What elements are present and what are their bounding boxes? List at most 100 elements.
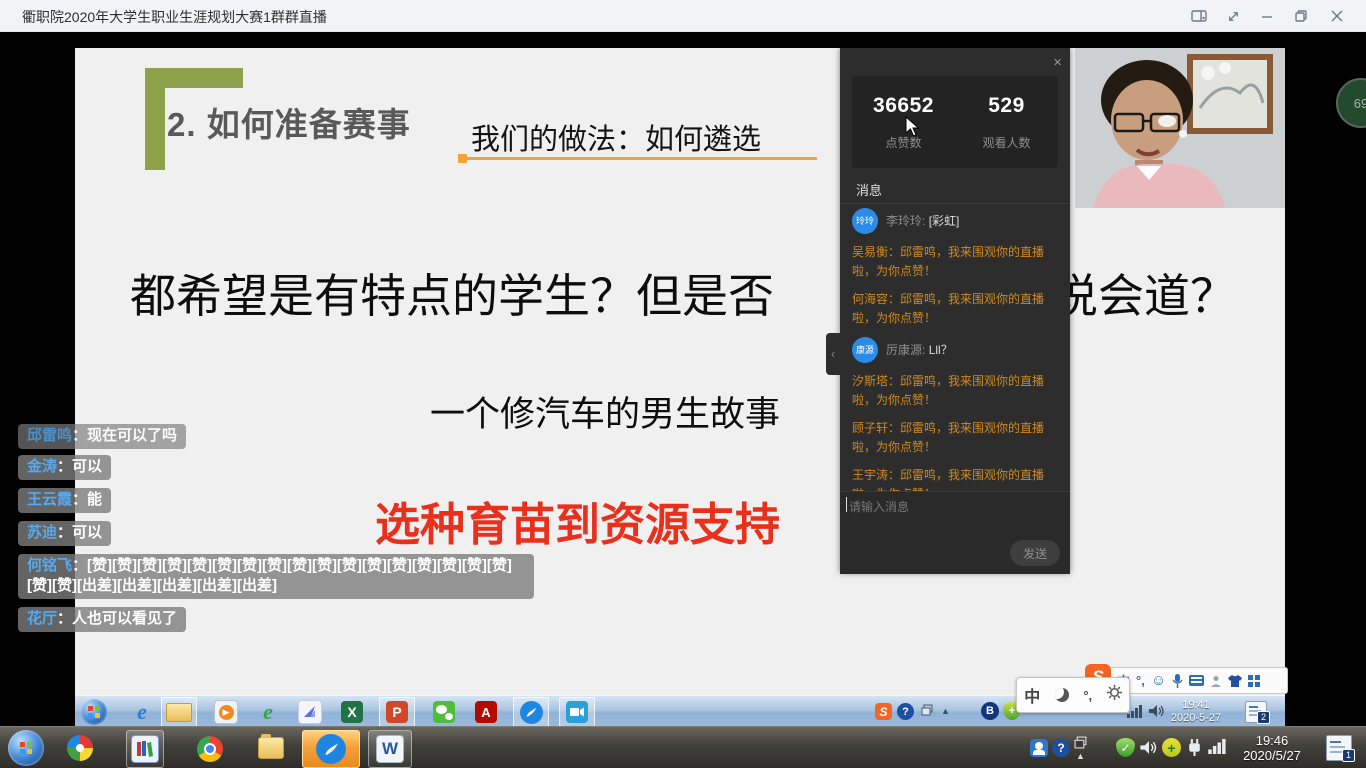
outer-clock-time: 19:46: [1238, 733, 1306, 748]
volume-icon[interactable]: [1149, 704, 1165, 718]
explorer-taskbar-button[interactable]: [161, 697, 197, 727]
overlay-message-name: 金涛: [27, 458, 57, 475]
chat-message-name: 李玲玲:: [886, 214, 925, 228]
user-icon[interactable]: [1210, 675, 1222, 687]
chat-notice: 顾子轩：邱雷鸣，我来围观你的直播啦，为你点赞！: [852, 419, 1062, 457]
folder-icon[interactable]: [258, 735, 284, 761]
meeting-app-taskbar-button[interactable]: [513, 697, 549, 727]
start-button-outer[interactable]: [8, 730, 44, 766]
overlay-message-text: 能: [87, 491, 102, 508]
volume-icon[interactable]: [1140, 740, 1158, 755]
outer-clock[interactable]: 19:46 2020/5/27: [1238, 733, 1306, 763]
inner-notification-icon[interactable]: 2: [1245, 701, 1267, 723]
settings-gear-icon[interactable]: [1107, 685, 1122, 705]
overlay-message-text: 可以: [72, 524, 102, 541]
inner-clock-time: 19:41: [1167, 699, 1225, 712]
dictionary-taskbar-button[interactable]: [126, 730, 164, 768]
ime-mode-chinese[interactable]: 中: [1024, 683, 1040, 707]
outer-clock-date: 2020/5/27: [1238, 748, 1306, 763]
chat-notice: 吴易衡：邱雷鸣，我来围观你的直播啦，为你点赞！: [852, 243, 1062, 281]
panel-close-icon[interactable]: ×: [1053, 54, 1062, 71]
media-player-icon[interactable]: ▶: [213, 699, 239, 725]
outer-notification-icon[interactable]: 1: [1326, 735, 1352, 761]
messages-list[interactable]: 玲玲 李玲玲: [彩虹] 吴易衡：邱雷鸣，我来围观你的直播啦，为你点赞！ 何海容…: [852, 208, 1062, 491]
close-icon[interactable]: [1326, 6, 1348, 26]
more-grid-icon[interactable]: [1248, 675, 1260, 687]
restore-window-tray-icon[interactable]: [1074, 736, 1087, 749]
floating-counter-badge[interactable]: 69: [1336, 78, 1366, 128]
slide-story-line: 一个修汽车的男生故事: [430, 386, 780, 437]
viewers-label: 观看人数: [955, 134, 1058, 151]
wechat-icon[interactable]: [431, 699, 457, 725]
overlay-message: 邱雷鸣：现在可以了吗: [18, 424, 186, 449]
start-button-inner[interactable]: [81, 699, 107, 725]
live-video-taskbar-button[interactable]: [559, 697, 595, 727]
emoji-icon[interactable]: ☺: [1151, 672, 1166, 689]
fullscreen-expand-icon[interactable]: [1222, 6, 1244, 26]
word-icon: W: [376, 735, 404, 763]
powerpoint-taskbar-button[interactable]: P: [379, 697, 415, 727]
help-tray-icon[interactable]: ?: [1052, 739, 1070, 757]
likes-count: 36652: [852, 94, 955, 118]
network-signal-icon[interactable]: [1208, 739, 1227, 754]
chat-message-text: [彩虹]: [929, 214, 960, 228]
green-browser-icon[interactable]: e: [255, 699, 281, 725]
window-titlebar: 衢职院2020年大学生职业生涯规划大赛1群群直播: [0, 0, 1366, 32]
screen: 2. 如何准备赛事 我们的做法：如何遴选 都希望是有特点的学生？但是否 说会道？…: [0, 0, 1366, 768]
chrome-icon[interactable]: [196, 735, 224, 763]
presenter-webcam[interactable]: [1075, 48, 1285, 208]
show-hidden-icons-arrow[interactable]: ▲: [1076, 751, 1085, 761]
bird-app-taskbar-button-active[interactable]: [302, 730, 360, 768]
inner-notification-badge: 2: [1257, 711, 1270, 724]
docs-bird-icon[interactable]: [297, 699, 323, 725]
pinwheel-360-icon[interactable]: [66, 734, 94, 762]
overlay-message: 花厅：人也可以看见了: [18, 607, 186, 632]
word-taskbar-button[interactable]: W: [368, 730, 412, 768]
restore-window-tray-icon[interactable]: [921, 704, 933, 716]
panel-collapse-handle[interactable]: ‹: [826, 333, 840, 375]
chat-message-name: 何海容：: [852, 292, 900, 306]
overlay-message-name: 花厅: [27, 610, 57, 627]
ime-punctuation-icon[interactable]: °,: [1083, 688, 1092, 703]
slide-highlight-line: 选种育苗到资源支持: [375, 488, 780, 553]
chat-message-name: 顾子轩：: [852, 421, 900, 435]
skin-shirt-icon[interactable]: [1228, 675, 1242, 687]
windows-logo-icon: [88, 706, 100, 718]
chat-notice: 王宇涛：邱雷鸣，我来围观你的直播啦，为你点赞！: [852, 466, 1062, 491]
security-shield-tray-icon[interactable]: ✓: [1116, 738, 1135, 757]
chat-input[interactable]: 请输入消息: [849, 498, 909, 515]
floating-ime-bar[interactable]: 中 °,: [1016, 677, 1130, 713]
send-button[interactable]: 发送: [1010, 540, 1060, 566]
overlay-message-text: [赞][赞][赞][赞][赞][赞][赞][赞][赞][赞][赞][赞][赞][…: [27, 557, 512, 594]
slide-question-left: 都希望是有特点的学生？但是否: [130, 260, 774, 326]
show-hidden-icons-arrow[interactable]: ▲: [941, 706, 950, 716]
chat-notice: 汐斯塔：邱雷鸣，我来围观你的直播啦，为你点赞！: [852, 372, 1062, 410]
pdf-reader-icon[interactable]: A: [473, 699, 499, 725]
slide-rule: [465, 157, 817, 160]
battery-saver-tray-icon[interactable]: +: [1162, 738, 1181, 757]
restore-icon[interactable]: [1290, 6, 1312, 26]
help-tray-icon[interactable]: ?: [897, 703, 914, 720]
keyboard-icon[interactable]: [1189, 675, 1204, 686]
panel-toggle-icon[interactable]: [1188, 6, 1210, 26]
contact-tray-icon[interactable]: [1030, 739, 1048, 757]
inner-clock-date: 2020-5-27: [1167, 712, 1225, 725]
text-caret: [846, 497, 847, 512]
chat-message-name: 王宇涛：: [852, 468, 900, 482]
live-chat-panel: × ‹ 36652 点赞数 529 观看人数 消息 玲玲 李玲玲: [彩虹] 吴…: [840, 48, 1070, 573]
folder-icon: [166, 703, 192, 722]
microphone-icon[interactable]: [1172, 674, 1183, 688]
sogou-tray-icon[interactable]: S: [875, 703, 892, 720]
ime-punctuation-icon[interactable]: °,: [1136, 673, 1145, 688]
overlay-message: 何铭飞：[赞][赞][赞][赞][赞][赞][赞][赞][赞][赞][赞][赞]…: [18, 554, 534, 599]
overlay-message: 苏迪：可以: [18, 521, 111, 546]
moon-mode-icon[interactable]: [1055, 688, 1069, 702]
power-plug-tray-icon[interactable]: [1186, 738, 1203, 756]
ie-icon[interactable]: e: [129, 699, 155, 725]
inner-clock[interactable]: 19:41 2020-5-27: [1167, 699, 1225, 725]
chat-message: 玲玲 李玲玲: [彩虹]: [852, 208, 1062, 234]
minimize-icon[interactable]: [1256, 6, 1278, 26]
overlay-message-name: 何铭飞: [27, 557, 72, 574]
excel-icon[interactable]: X: [339, 699, 365, 725]
bluetooth-tray-icon[interactable]: B: [981, 702, 999, 720]
